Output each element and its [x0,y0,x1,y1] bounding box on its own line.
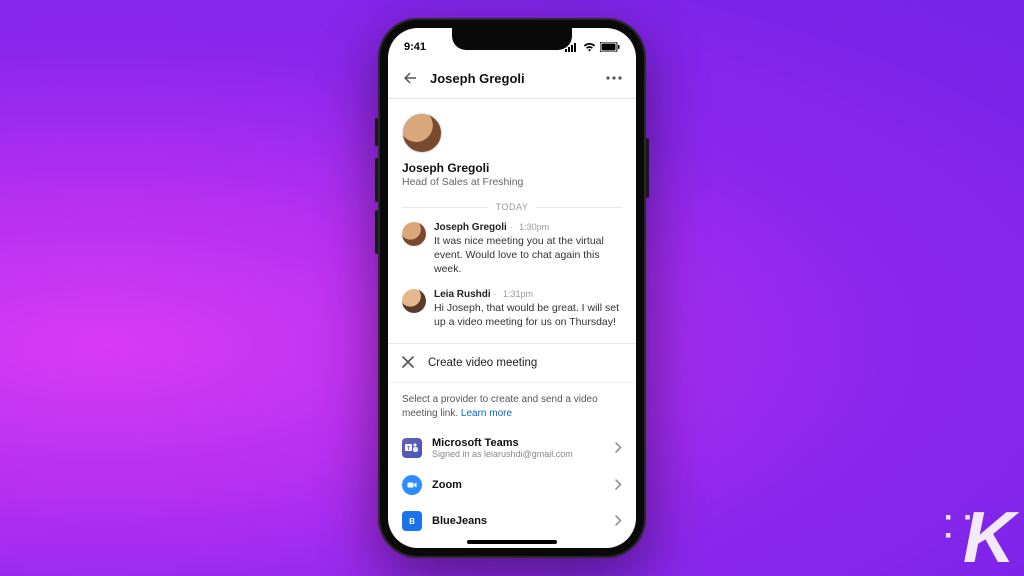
svg-text:T: T [407,446,410,452]
phone-mute-switch [375,118,378,146]
avatar [402,113,442,153]
message-timestamp: 1:30pm [519,222,549,232]
message-body: It was nice meeting you at the virtual e… [434,234,622,277]
day-separator: TODAY [388,198,636,216]
page-title: Joseph Gregoli [430,71,594,86]
provider-teams[interactable]: T Microsoft Teams Signed in as leiarushd… [388,429,636,467]
provider-subtitle: Signed in as leiarushdi@gmail.com [432,449,605,459]
dot-separator: · [493,289,499,299]
phone-screen: 9:41 Joseph Gregoli Joseph Gregoli Head … [388,28,636,548]
zoom-icon [402,475,422,495]
teams-icon: T [402,438,422,458]
more-options-button[interactable] [604,68,624,88]
status-indicators [565,42,620,52]
learn-more-link[interactable]: Learn more [461,408,512,419]
message-item[interactable]: Leia Rushdi · 1:31pm Hi Joseph, that wou… [388,283,636,335]
profile-block[interactable]: Joseph Gregoli Head of Sales at Freshing [388,99,636,198]
watermark-logo: ▪ ▪▪ K [963,502,1012,574]
profile-name: Joseph Gregoli [402,161,622,175]
chevron-right-icon [615,442,622,453]
day-label: TODAY [496,202,529,212]
battery-icon [600,42,620,52]
nav-bar: Joseph Gregoli [388,60,636,99]
phone-side-button [646,138,649,198]
home-indicator[interactable] [467,540,557,544]
watermark-dots: ▪ ▪▪ [945,508,975,544]
ellipsis-icon [606,76,622,80]
sheet-subtitle: Select a provider to create and send a v… [388,383,636,429]
divider [536,207,622,208]
divider [402,207,488,208]
svg-text:B: B [409,517,415,526]
provider-name: BlueJeans [432,515,605,527]
message-sender: Joseph Gregoli [434,222,507,233]
dot-separator: · [510,222,516,232]
close-icon [402,356,414,368]
avatar [402,222,426,246]
sheet-header: Create video meeting [388,344,636,383]
arrow-left-icon [401,69,419,87]
content-area: Joseph Gregoli Head of Sales at Freshing… [388,99,636,548]
sheet-title: Create video meeting [428,357,537,369]
phone-frame: 9:41 Joseph Gregoli Joseph Gregoli Head … [378,18,646,558]
profile-headline: Head of Sales at Freshing [402,176,622,188]
bluejeans-icon: B [402,511,422,531]
message-timestamp: 1:31pm [503,289,533,299]
back-button[interactable] [400,68,420,88]
status-time: 9:41 [404,41,426,53]
chevron-right-icon [615,479,622,490]
phone-volume-up [375,158,378,202]
provider-bluejeans[interactable]: B BlueJeans [388,503,636,539]
close-button[interactable] [402,356,416,370]
phone-volume-down [375,210,378,254]
message-body: Hi Joseph, that would be great. I will s… [434,301,622,329]
provider-name: Microsoft Teams [432,437,605,449]
avatar [402,289,426,313]
chevron-right-icon [615,515,622,526]
message-sender: Leia Rushdi [434,289,491,300]
wifi-icon [583,42,596,52]
phone-notch [452,28,572,50]
provider-zoom[interactable]: Zoom [388,467,636,503]
message-item[interactable]: Joseph Gregoli · 1:30pm It was nice meet… [388,216,636,283]
provider-name: Zoom [432,479,605,491]
